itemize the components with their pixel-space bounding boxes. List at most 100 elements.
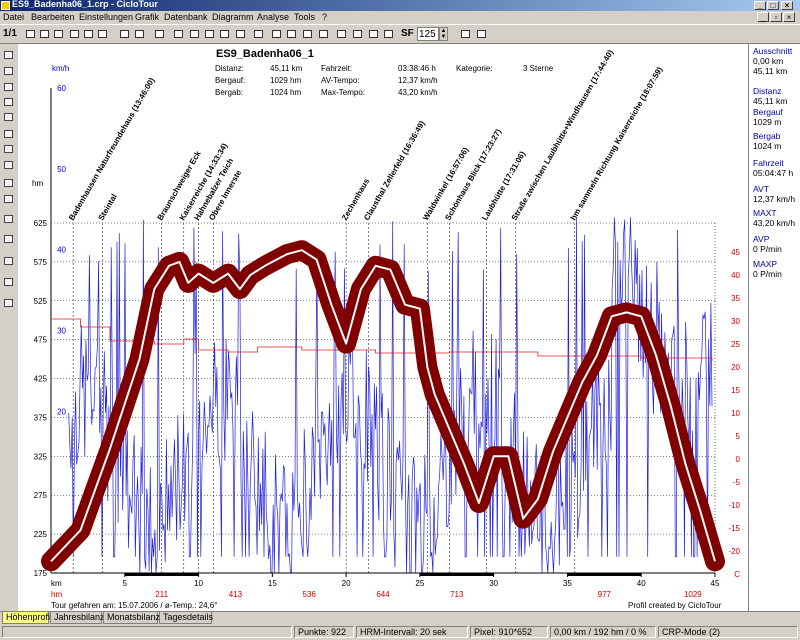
tool-9-icon[interactable] bbox=[3, 178, 15, 189]
plus-icon[interactable] bbox=[459, 28, 472, 40]
elevation-tick-label: 475 bbox=[34, 336, 48, 345]
tool-14-icon[interactable] bbox=[3, 277, 15, 288]
km-scale-bar bbox=[567, 573, 642, 576]
speed-tick-label: 30 bbox=[57, 327, 66, 336]
tool-5-icon[interactable] bbox=[3, 112, 15, 123]
edit-icon[interactable] bbox=[270, 28, 283, 40]
new-file-icon[interactable] bbox=[24, 28, 37, 40]
settings-icon[interactable] bbox=[351, 28, 364, 40]
chart-icon[interactable] bbox=[234, 28, 247, 40]
text-tool-icon[interactable] bbox=[203, 28, 216, 40]
marker-icon[interactable] bbox=[188, 28, 201, 40]
ruler-icon[interactable] bbox=[367, 28, 380, 40]
tab-tagesdetails[interactable]: Tagesdetails bbox=[159, 612, 213, 624]
sf-spinner[interactable]: ▲ ▼ bbox=[439, 27, 448, 41]
tour-title: ES9_Badenha06_1 bbox=[216, 48, 314, 60]
header-avtempo-key: AV-Tempo: bbox=[321, 76, 360, 85]
print-icon[interactable] bbox=[52, 28, 65, 40]
stat-avp: AVP 0 P/min bbox=[753, 234, 782, 254]
pencil-icon[interactable] bbox=[172, 28, 185, 40]
save-icon[interactable] bbox=[38, 28, 51, 40]
mdi-minimize-button[interactable]: _ bbox=[757, 12, 769, 22]
menu-grafik[interactable]: Grafik bbox=[135, 12, 159, 22]
right-tick-label: 30 bbox=[731, 317, 740, 326]
menu-datei[interactable]: Datei bbox=[3, 12, 24, 22]
tab-jahresbilanz[interactable]: Jahresbilanz bbox=[50, 612, 105, 624]
title-bar: ES9_Badenha06_1.crp - CicloTour _ □ × bbox=[0, 0, 800, 11]
table-icon[interactable] bbox=[133, 28, 146, 40]
grid-icon[interactable] bbox=[218, 28, 231, 40]
tool-15-icon[interactable] bbox=[3, 298, 15, 309]
tool-7-icon[interactable] bbox=[3, 144, 15, 155]
footer-left: Tour gefahren am: 15.07.2006 / ø-Temp.: … bbox=[51, 601, 217, 610]
tab-hoehenprofil[interactable]: Höhenprofil bbox=[2, 612, 52, 624]
tool-6-icon[interactable] bbox=[3, 129, 15, 140]
header-kategorie-key: Kategorie: bbox=[456, 64, 492, 73]
menu-tools[interactable]: Tools bbox=[294, 12, 315, 22]
stat-label: AVP bbox=[753, 234, 770, 244]
profile-svg: ES9_Badenha06_1 Distanz: 45,11 km Fahrze… bbox=[32, 48, 741, 610]
menu-datenbank[interactable]: Datenbank bbox=[164, 12, 208, 22]
stat-label: MAXT bbox=[753, 208, 777, 218]
elevation-tick-label: 425 bbox=[34, 375, 48, 384]
waypoint-label: Steintal bbox=[97, 192, 119, 222]
elevation-tick-label: 225 bbox=[34, 530, 48, 539]
tool-13-icon[interactable] bbox=[3, 256, 15, 267]
tool-3-icon[interactable] bbox=[3, 82, 15, 93]
menu-bearbeiten[interactable]: Bearbeiten bbox=[31, 12, 75, 22]
minimize-button[interactable]: _ bbox=[754, 1, 766, 10]
elevation-profile-chart[interactable]: ES9_Badenha06_1 Distanz: 45,11 km Fahrze… bbox=[18, 44, 748, 611]
filter-icon[interactable] bbox=[252, 28, 265, 40]
stat-value: 0 P/min bbox=[753, 244, 782, 254]
right-tick-label: 25 bbox=[731, 340, 740, 349]
info-icon[interactable] bbox=[317, 28, 330, 40]
header-bergauf-value: 1029 hm bbox=[270, 76, 301, 85]
hrm-icon[interactable] bbox=[68, 28, 81, 40]
tab-monatsbilanz[interactable]: Monatsbilanz bbox=[103, 612, 160, 624]
close-button[interactable]: × bbox=[781, 1, 793, 10]
maximize-button[interactable]: □ bbox=[767, 1, 779, 10]
keyboard-icon[interactable] bbox=[118, 28, 131, 40]
status-mode: CRP-Mode (2) bbox=[658, 626, 798, 638]
speed-tick-label: 40 bbox=[57, 246, 66, 255]
zoom-icon[interactable] bbox=[285, 28, 298, 40]
tool-12-icon[interactable] bbox=[3, 234, 15, 245]
header-bergab-value: 1024 hm bbox=[270, 88, 301, 97]
hm-value-label: 1029 bbox=[684, 590, 702, 599]
menu-bar: Datei Bearbeiten Einstellungen Grafik Da… bbox=[0, 11, 800, 24]
elevation-tick-label: 525 bbox=[34, 297, 48, 306]
header-kategorie-value: 3 Sterne bbox=[523, 64, 554, 73]
menu-diagramm[interactable]: Diagramm bbox=[212, 12, 254, 22]
tour-header: ES9_Badenha06_1 Distanz: 45,11 km Fahrze… bbox=[215, 48, 554, 97]
right-tick-label: 40 bbox=[731, 271, 740, 280]
stat-label: MAXP bbox=[753, 259, 778, 269]
right-tick-label: 20 bbox=[731, 363, 740, 372]
menu-einstellungen[interactable]: Einstellungen bbox=[79, 12, 133, 22]
header-avtempo-value: 12,37 km/h bbox=[398, 76, 438, 85]
stat-value: 45,11 km bbox=[753, 96, 788, 106]
mdi-close-button[interactable]: × bbox=[783, 12, 795, 22]
sf-input[interactable] bbox=[417, 27, 439, 41]
hm-value-label: 644 bbox=[376, 590, 390, 599]
stat-fahrzeit: Fahrzeit 05:04:47 h bbox=[753, 158, 793, 178]
stat-label: Fahrzeit bbox=[753, 158, 784, 168]
mdi-restore-button[interactable]: ▫ bbox=[770, 12, 782, 22]
header-bergauf-key: Bergauf: bbox=[215, 76, 245, 85]
tool-2-icon[interactable] bbox=[3, 66, 15, 77]
camera-icon[interactable] bbox=[96, 28, 109, 40]
tool-1-icon[interactable] bbox=[3, 50, 15, 61]
tool-4-icon[interactable] bbox=[3, 97, 15, 108]
km-tick-label: 35 bbox=[563, 579, 572, 588]
menu-analyse[interactable]: Analyse bbox=[257, 12, 289, 22]
gallery-icon[interactable] bbox=[382, 28, 395, 40]
target-icon[interactable] bbox=[301, 28, 314, 40]
bike-icon[interactable] bbox=[82, 28, 95, 40]
stopwatch-icon[interactable] bbox=[335, 28, 348, 40]
clipboard-icon[interactable] bbox=[153, 28, 166, 40]
tool-8-icon[interactable] bbox=[3, 160, 15, 171]
tool-11-icon[interactable] bbox=[3, 214, 15, 225]
tool-10-icon[interactable] bbox=[3, 194, 15, 205]
menu-help[interactable]: ? bbox=[322, 12, 327, 22]
minus-icon[interactable] bbox=[475, 28, 488, 40]
hm-value-label: 713 bbox=[450, 590, 464, 599]
